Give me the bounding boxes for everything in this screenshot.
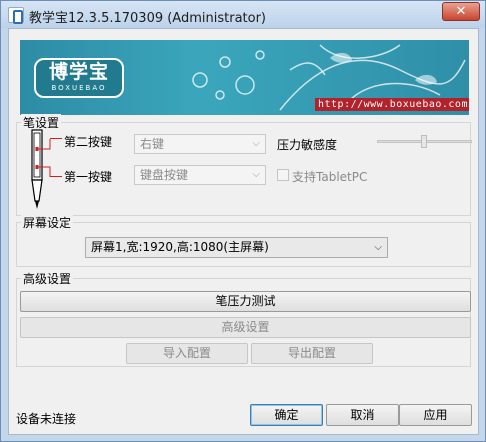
screen-settings-label: 屏幕设定 (21, 214, 74, 231)
banner: 博学宝 BOXUEBAO http://www.boxuebao.com (20, 40, 469, 115)
pressure-slider-thumb[interactable] (421, 135, 427, 148)
dialog-client-area: 博学宝 BOXUEBAO http://www.boxuebao.com 笔设置… (8, 28, 479, 435)
title-bar[interactable]: 教学宝12.3.5.170309 (Administrator) ✕ (1, 1, 485, 28)
second-key-select[interactable]: 右键 ⌵ (134, 134, 266, 154)
first-key-select[interactable]: 键盘按键 ⌵ (134, 165, 266, 185)
close-button[interactable]: ✕ (442, 2, 480, 21)
export-config-button[interactable]: 导出配置 (251, 343, 373, 364)
logo-text: 博学宝 (48, 61, 109, 83)
app-icon (8, 7, 24, 24)
screen-value: 屏幕1,宽:1920,高:1080(主屏幕) (91, 240, 269, 254)
advanced-settings-label: 高级设置 (21, 270, 74, 287)
app-window: 教学宝12.3.5.170309 (Administrator) ✕ 博学宝 B… (0, 0, 486, 442)
first-key-value: 键盘按键 (140, 168, 189, 182)
advanced-settings-button[interactable]: 高级设置 (20, 317, 471, 338)
apply-button[interactable]: 应用 (399, 404, 472, 426)
second-key-label: 第二按键 (64, 135, 113, 149)
chevron-down-icon: ⌵ (252, 138, 260, 149)
tabletpc-label: 支持TabletPC (292, 170, 368, 184)
pen-illustration (31, 129, 51, 209)
cancel-button[interactable]: 取消 (326, 404, 399, 426)
first-key-label: 第一按键 (64, 170, 113, 184)
logo-subtext: BOXUEBAO (51, 84, 107, 92)
website-url: http://www.boxuebao.com (315, 98, 469, 111)
tabletpc-checkbox[interactable] (277, 169, 289, 181)
window-title: 教学宝12.3.5.170309 (Administrator) (29, 11, 267, 26)
import-config-button[interactable]: 导入配置 (126, 343, 248, 364)
chevron-down-icon: ⌵ (374, 242, 382, 253)
ok-button[interactable]: 确定 (250, 404, 323, 426)
second-key-connector (50, 138, 62, 139)
second-key-value: 右键 (140, 137, 165, 151)
first-key-connector (50, 176, 62, 177)
chevron-down-icon: ⌵ (252, 169, 260, 180)
pressure-test-button[interactable]: 笔压力测试 (20, 291, 471, 312)
screen-select[interactable]: 屏幕1,宽:1920,高:1080(主屏幕) ⌵ (85, 237, 388, 258)
brand-logo: 博学宝 BOXUEBAO (34, 58, 124, 98)
pressure-label: 压力敏感度 (277, 138, 338, 152)
device-status-text: 设备未连接 (16, 412, 77, 426)
